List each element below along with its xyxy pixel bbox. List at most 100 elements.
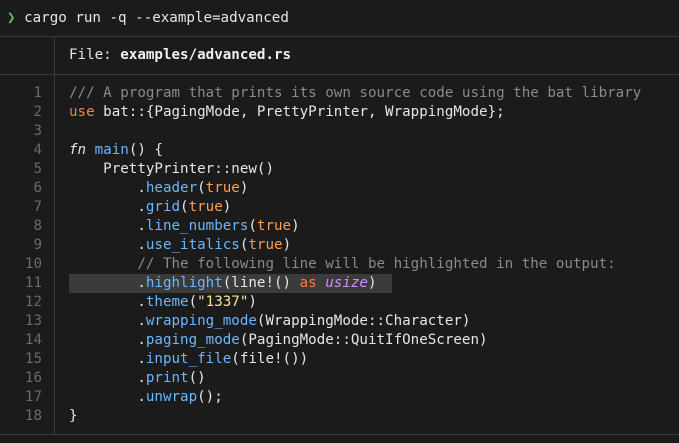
header-top-rule xyxy=(0,36,679,37)
header-column-separator xyxy=(54,36,55,74)
code-token: ) xyxy=(248,294,257,310)
code-token: (); xyxy=(197,389,223,405)
code-token: (PagingMode::QuitIfOneScreen) xyxy=(239,332,488,348)
code-text: .line_numbers(true) xyxy=(69,217,679,236)
code-token: print xyxy=(145,370,189,386)
code-text: fn main() { xyxy=(69,141,679,160)
code-token: unwrap xyxy=(145,389,198,405)
code-line: 7 .grid(true) xyxy=(0,198,679,217)
code-token: . xyxy=(69,237,146,253)
code-line: 13 .wrapping_mode(WrappingMode::Characte… xyxy=(0,312,679,331)
prompt-arrow-icon: ❯ xyxy=(7,10,16,26)
code-line: 3 xyxy=(0,122,679,141)
code-token: true xyxy=(205,180,240,196)
code-token: true xyxy=(248,237,283,253)
code-token: . xyxy=(69,294,146,310)
code-text: PrettyPrinter::new() xyxy=(69,160,679,179)
code-text: .highlight(line!() as usize) xyxy=(69,274,392,293)
code-token: . xyxy=(69,389,146,405)
line-number: 18 xyxy=(24,408,42,424)
code-token: . xyxy=(69,180,146,196)
code-line: 4 fn main() { xyxy=(0,141,679,160)
code-token: } xyxy=(69,408,78,424)
code-token: /// A program that prints its own source… xyxy=(69,85,642,101)
code-token: . xyxy=(69,370,146,386)
line-number: 11 xyxy=(24,275,42,291)
code-line: 17 .unwrap(); xyxy=(0,388,679,407)
code-line: 14 .paging_mode(PagingMode::QuitIfOneScr… xyxy=(0,331,679,350)
code-token: . xyxy=(69,351,146,367)
code-token: (file!()) xyxy=(231,351,309,367)
terminal-window: ❯ cargo run -q --example=advanced File: … xyxy=(0,0,679,443)
code-text: use bat::{PagingMode, PrettyPrinter, Wra… xyxy=(69,103,679,122)
code-text: .input_file(file!()) xyxy=(69,350,679,369)
code-text: .use_italics(true) xyxy=(69,236,679,255)
code-token: () xyxy=(188,370,206,386)
line-number: 2 xyxy=(33,104,42,120)
line-number: 1 xyxy=(33,85,42,101)
code-token: (WrappingMode::Character) xyxy=(256,313,471,329)
line-number: 3 xyxy=(33,123,42,139)
code-token: . xyxy=(69,332,146,348)
header-bottom-rule xyxy=(0,74,679,75)
line-number: 8 xyxy=(33,218,42,234)
code-token: . xyxy=(69,313,146,329)
code-token: fn xyxy=(69,142,87,158)
code-token: usize xyxy=(325,275,368,291)
code-token: () { xyxy=(128,142,163,158)
code-token: ( xyxy=(188,294,198,310)
code-text: .header(true) xyxy=(69,179,679,198)
code-token: grid xyxy=(145,199,181,215)
code-token: ( xyxy=(197,180,206,196)
code-line: 18} xyxy=(0,407,679,426)
code-token: as xyxy=(299,275,317,291)
line-number: 7 xyxy=(33,199,42,215)
code-line: 8 .line_numbers(true) xyxy=(0,217,679,236)
code-token: ) xyxy=(367,275,377,291)
code-text: .print() xyxy=(69,369,679,388)
code-token: wrapping_mode xyxy=(145,313,257,329)
file-header: File: examples/advanced.rs xyxy=(69,45,291,65)
code-token: header xyxy=(145,180,198,196)
line-number: 15 xyxy=(24,351,42,367)
code-token: use xyxy=(69,104,95,120)
code-text: .grid(true) xyxy=(69,198,679,217)
code-token: use_italics xyxy=(145,237,240,253)
code-line: 10 // The following line will be highlig… xyxy=(0,255,679,274)
code-token: PrettyPrinter::new() xyxy=(69,161,274,177)
code-token: // The following line will be highlighte… xyxy=(69,256,616,272)
line-number: 16 xyxy=(24,370,42,386)
line-number: 12 xyxy=(24,294,42,310)
line-number: 13 xyxy=(24,313,42,329)
line-number: 4 xyxy=(33,142,42,158)
code-token: ) xyxy=(239,180,249,196)
code-token: "1337" xyxy=(197,294,249,310)
code-text: .wrapping_mode(WrappingMode::Character) xyxy=(69,312,679,331)
code-token: . xyxy=(69,218,146,234)
code-token: ( xyxy=(248,218,257,234)
line-number: 6 xyxy=(33,180,42,196)
code-line: 5 PrettyPrinter::new() xyxy=(0,160,679,179)
code-line-highlighted: 11 .highlight(line!() as usize) xyxy=(0,274,679,293)
code-token: ) xyxy=(222,199,232,215)
code-token: highlight xyxy=(145,275,223,291)
code-text: .unwrap(); xyxy=(69,388,679,407)
file-header-label: File: xyxy=(69,47,121,63)
code-token: . xyxy=(69,275,146,291)
line-number: 9 xyxy=(33,237,42,253)
code-token: ) xyxy=(282,237,292,253)
code-line: 16 .print() xyxy=(0,369,679,388)
code-token: input_file xyxy=(145,351,232,367)
code-line: 9 .use_italics(true) xyxy=(0,236,679,255)
file-name: examples/advanced.rs xyxy=(120,47,292,63)
code-text: .paging_mode(PagingMode::QuitIfOneScreen… xyxy=(69,331,679,350)
code-line: 12 .theme("1337") xyxy=(0,293,679,312)
footer-rule xyxy=(0,434,679,435)
code-token: line_numbers xyxy=(145,218,249,234)
line-number: 5 xyxy=(33,161,42,177)
code-token: ) xyxy=(291,218,300,234)
code-line: 2 use bat::{PagingMode, PrettyPrinter, Wr… xyxy=(0,103,679,122)
code-token: main xyxy=(94,142,129,158)
